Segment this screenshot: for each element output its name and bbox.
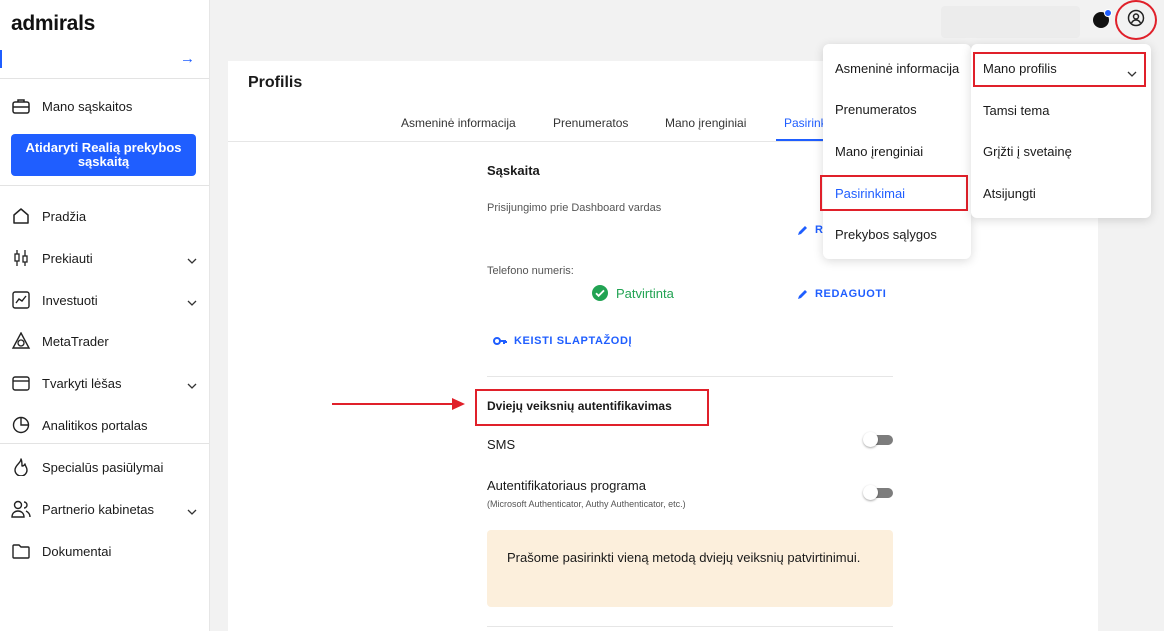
people-icon: [11, 499, 31, 519]
briefcase-icon: [11, 96, 31, 116]
top-bar-field[interactable]: [941, 6, 1080, 38]
toggle-knob: [863, 485, 878, 500]
menu-item-personal-info[interactable]: Asmeninė informacija: [835, 61, 959, 76]
divider: [0, 78, 209, 79]
change-password-button[interactable]: KEISTI SLAPTAŽODĮ: [493, 335, 632, 347]
sidebar-item-analytics[interactable]: Analitikos portalas: [0, 407, 209, 443]
edit-label: REDAGUOTI: [815, 288, 887, 300]
sidebar-item-label: Tvarkyti lėšas: [42, 375, 122, 391]
check-circle-icon: [592, 285, 608, 301]
sidebar-item-documents[interactable]: Dokumentai: [0, 533, 209, 569]
chevron-down-icon[interactable]: [187, 251, 197, 269]
sidebar-item-label: MetaTrader: [42, 333, 109, 349]
sms-label: SMS: [487, 437, 516, 452]
notification-badge: [1104, 9, 1112, 17]
toggle-knob: [863, 432, 878, 447]
menu-item-back-to-site[interactable]: Grįžti į svetainę: [983, 144, 1072, 159]
notification-icon[interactable]: [1093, 9, 1112, 28]
folder-icon: [11, 541, 31, 561]
chevron-down-icon[interactable]: [187, 376, 197, 394]
user-circle-icon: [1127, 9, 1145, 32]
sidebar-item-trade[interactable]: Prekiauti: [0, 240, 209, 276]
sidebar-item-offers[interactable]: Specialūs pasiūlymai: [0, 449, 209, 485]
annotation-arrow: [332, 403, 456, 405]
profile-menu-button[interactable]: [1115, 0, 1157, 40]
sidebar: admirals → Mano sąskaitos Atidaryti Real…: [0, 0, 210, 631]
phone-edit-button[interactable]: REDAGUOTI: [797, 288, 886, 300]
chart-icon: [11, 290, 31, 310]
divider: [487, 376, 893, 377]
phone-status-text: Patvirtinta: [616, 285, 674, 301]
sidebar-item-home[interactable]: Pradžia: [0, 198, 209, 234]
tab-subscriptions[interactable]: Prenumeratos: [553, 116, 628, 130]
flame-icon: [11, 457, 31, 477]
menu-item-logout[interactable]: Atsijungti: [983, 186, 1036, 201]
tab-personal-info[interactable]: Asmeninė informacija: [401, 116, 516, 130]
menu-item-my-devices[interactable]: Mano įrenginiai: [835, 144, 923, 159]
sidebar-item-label: Analitikos portalas: [42, 417, 148, 433]
account-selector[interactable]: →: [0, 48, 209, 72]
account-section-title: Sąskaita: [487, 163, 540, 178]
pie-chart-icon: [11, 415, 31, 435]
sidebar-item-accounts[interactable]: Mano sąskaitos: [0, 88, 209, 124]
home-icon: [11, 206, 31, 226]
sidebar-item-label: Specialūs pasiūlymai: [42, 459, 164, 475]
menu-item-trading-conditions[interactable]: Prekybos sąlygos: [835, 227, 937, 242]
profile-submenu: Asmeninė informacija Prenumeratos Mano į…: [823, 44, 971, 259]
arrow-right-icon[interactable]: →: [180, 50, 195, 67]
phone-label: Telefono numeris:: [487, 265, 574, 277]
phone-verified-status: Patvirtinta: [592, 285, 674, 301]
metatrader-icon: [11, 331, 31, 351]
authenticator-app-sub: (Microsoft Authenticator, Authy Authenti…: [487, 499, 686, 509]
pencil-icon: [798, 289, 807, 299]
authenticator-app-label: Autentifikatoriaus programa: [487, 478, 646, 493]
brand-logo[interactable]: admirals: [11, 12, 95, 36]
sidebar-item-label: Partnerio kabinetas: [42, 501, 155, 517]
pencil-icon: [798, 225, 807, 235]
highlight-box: [820, 175, 968, 211]
highlight-box: [475, 389, 709, 426]
login-edit-button[interactable]: R: [797, 224, 824, 236]
sidebar-item-funds[interactable]: Tvarkyti lėšas: [0, 365, 209, 401]
sidebar-item-label: Pradžia: [42, 208, 87, 224]
menu-item-dark-theme[interactable]: Tamsi tema: [983, 103, 1049, 118]
authenticator-toggle[interactable]: [863, 485, 893, 500]
sidebar-item-label: Investuoti: [42, 292, 98, 308]
page-title: Profilis: [248, 74, 303, 91]
candlestick-icon: [11, 248, 31, 268]
chevron-down-icon[interactable]: [187, 293, 197, 311]
chevron-down-icon[interactable]: [187, 502, 197, 520]
divider: [487, 626, 893, 627]
menu-item-subscriptions[interactable]: Prenumeratos: [835, 102, 917, 117]
annotation-arrow-head: [452, 398, 465, 410]
open-real-account-button[interactable]: Atidaryti Realią prekybos sąskaitą: [11, 134, 196, 176]
sidebar-item-label: Prekiauti: [42, 250, 93, 266]
wallet-icon: [11, 373, 31, 393]
divider: [0, 443, 209, 444]
login-label: Prisijungimo prie Dashboard vardas: [487, 202, 662, 214]
twofa-notice: Prašome pasirinkti vieną metodą dviejų v…: [487, 530, 893, 607]
key-icon: [493, 337, 507, 345]
sms-toggle[interactable]: [863, 432, 893, 447]
sidebar-item-invest[interactable]: Investuoti: [0, 282, 209, 318]
text-cursor: [0, 50, 2, 68]
change-password-label: KEISTI SLAPTAŽODĮ: [514, 335, 633, 347]
sidebar-item-metatrader[interactable]: MetaTrader: [0, 323, 209, 359]
highlight-box: [973, 52, 1146, 87]
sidebar-item-label: Dokumentai: [42, 543, 112, 559]
divider: [0, 185, 209, 186]
tab-my-devices[interactable]: Mano įrenginiai: [665, 116, 746, 130]
sidebar-item-label: Mano sąskaitos: [42, 98, 133, 114]
sidebar-item-partner[interactable]: Partnerio kabinetas: [0, 491, 209, 527]
